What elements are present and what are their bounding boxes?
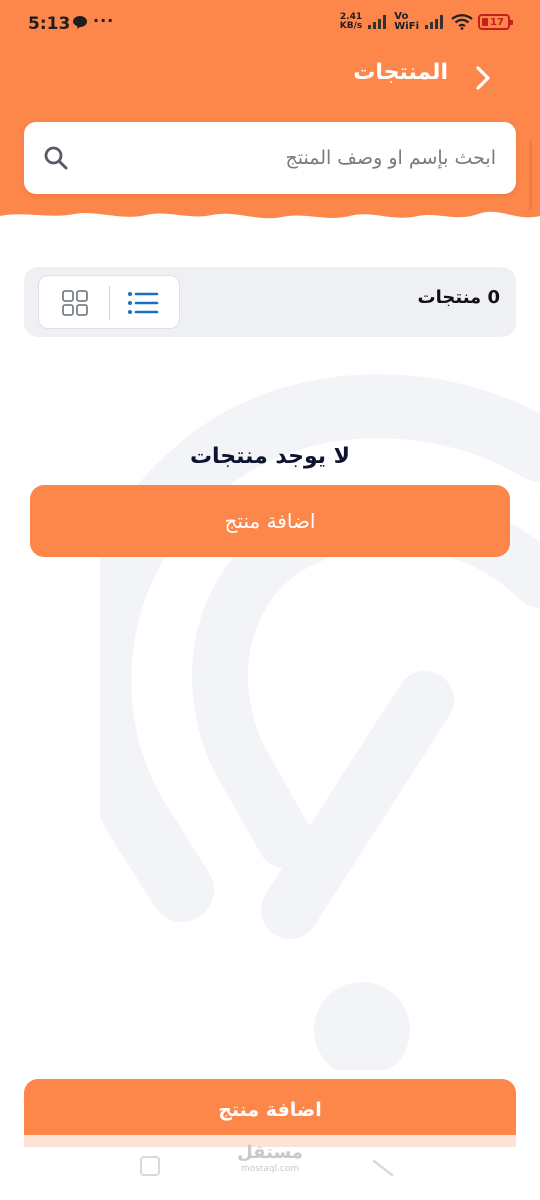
toggle-divider [109,286,110,320]
system-back-icon[interactable] [372,1158,394,1178]
speed-unit: KB/s [339,21,363,31]
watermark-english: mostaql.com [240,1164,300,1174]
grid-view-icon[interactable] [61,289,89,317]
signal-icon-2 [425,15,443,29]
wifi-icon [451,14,473,30]
back-chevron-icon[interactable] [468,64,496,92]
watermark-arabic: مستقل [237,1142,303,1163]
battery-indicator: 17 [478,14,513,30]
chat-bubble-icon [73,16,87,29]
signal-icon [368,15,387,29]
products-count-bar: 0 منتجات [24,267,516,337]
status-icons: 2.41 KB/s Vo WiFi 17 [340,12,513,32]
recent-apps-icon[interactable] [140,1156,160,1176]
mostaql-watermark: مستقل mostaql.com [230,1142,310,1174]
add-product-bottom-button[interactable]: اضافة منتج [24,1079,516,1141]
status-bar: 5:13 ··· 2.41 KB/s Vo WiFi 17 [0,0,540,48]
status-time: 5:13 [28,14,71,34]
add-product-button[interactable]: اضافة منتج [30,485,510,557]
empty-state-title: لا يوجد منتجات [189,444,351,469]
view-toggle [38,275,180,329]
search-input[interactable] [116,142,496,174]
list-view-icon[interactable] [127,289,159,317]
scroll-indicator [529,140,532,210]
page-title: المنتجات [353,60,448,85]
more-notifications-icon: ··· [93,11,115,30]
search-box [24,122,516,194]
vowifi-indicator: Vo WiFi [394,12,419,32]
wifi-label: WiFi [394,21,419,32]
battery-level: 17 [490,16,504,28]
network-speed: 2.41 KB/s [340,13,362,31]
search-icon[interactable] [42,144,70,172]
products-count: 0 منتجات [417,287,500,308]
